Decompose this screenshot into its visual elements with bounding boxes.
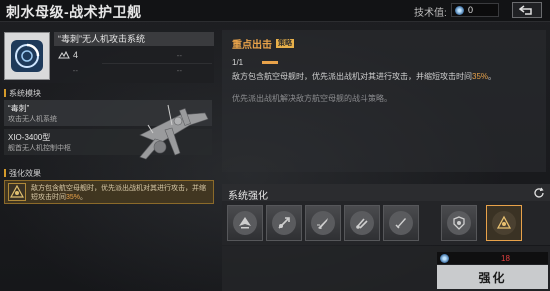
focus-strike-icon xyxy=(8,183,26,201)
effect-pct: 35% xyxy=(66,194,81,201)
strategy-desc-secondary: 优先派出战机解决敌方航空母舰的战斗策略。 xyxy=(232,94,392,103)
effect-text-end: 。 xyxy=(80,194,88,201)
blade-icon xyxy=(389,211,413,235)
modules-section-label: 系统模块 xyxy=(4,88,41,99)
module-name: “毒刺” xyxy=(8,104,30,113)
weapon-slot-2: -- xyxy=(72,66,78,75)
weapon-card[interactable]: “毒刺”无人机攻击系统 4 -- -- -- xyxy=(2,30,214,83)
strategy-desc-end: 。 xyxy=(488,72,497,81)
effect-text-main: 敌方包含航空母舰时，优先派出战机对其进行攻击，并缩短攻击时间 xyxy=(31,185,206,201)
weapon-slot-1: -- xyxy=(176,51,182,60)
focus-strike-icon xyxy=(492,211,516,235)
weapon-level: 4 xyxy=(58,50,78,60)
blade-glyph xyxy=(395,218,406,229)
effect-box: 敌方包含航空母舰时，优先派出战机对其进行攻击，并缩短攻击时间35%。 xyxy=(4,180,214,204)
enhance-slot-4[interactable] xyxy=(344,205,380,241)
enhance-cost: 18 xyxy=(437,252,548,264)
shield-drone-glyph xyxy=(453,216,465,230)
strategy-desc-pct: 35% xyxy=(472,72,489,81)
weapon-name: “毒刺”无人机攻击系统 xyxy=(54,32,214,46)
drone-aircraft-image xyxy=(139,104,209,160)
enhance-slot-5[interactable] xyxy=(383,205,419,241)
tech-value: 0 xyxy=(468,5,474,15)
page-title: 刺水母级-战术护卫舰 xyxy=(6,4,142,20)
divider xyxy=(102,63,212,64)
drone-icon xyxy=(233,211,257,235)
weapon-slot-3: -- xyxy=(176,66,182,75)
strategy-desc-main: 敌方包含航空母舰时，优先派出战机对其进行攻击，并缩短攻击时间 xyxy=(232,72,472,81)
enhance-header: 系统强化 xyxy=(222,184,550,202)
tech-value-box: 0 xyxy=(451,3,499,17)
drone-glyph xyxy=(239,217,251,229)
shield-drone-icon xyxy=(447,211,471,235)
tech-coin-icon xyxy=(455,5,464,15)
weapon-thumbnail xyxy=(4,32,50,80)
enhance-slot-6[interactable] xyxy=(441,205,477,241)
page-indicator: 1/1 xyxy=(232,58,244,67)
enhance-slot-1[interactable] xyxy=(227,205,263,241)
rank-icon xyxy=(58,51,70,59)
refresh-icon xyxy=(534,187,544,198)
missile-glyph xyxy=(317,218,328,229)
strategy-desc: 敌方包含航空母舰时，优先派出战机对其进行攻击，并缩短攻击时间35%。 xyxy=(232,71,542,82)
enhance-slot-7[interactable] xyxy=(486,205,522,241)
tech-value-label: 技术值: xyxy=(414,8,447,19)
enhance-button[interactable]: 强化 xyxy=(437,265,548,289)
module-name: XIO-3400型 xyxy=(8,133,51,142)
enhance-slot-3[interactable] xyxy=(305,205,341,241)
strategy-title: 重点出击 xyxy=(232,40,272,51)
strike-icon xyxy=(350,211,374,235)
tech-coin-icon xyxy=(440,253,449,263)
strategy-info-panel: 重点出击 策略 1/1 敌方包含航空母舰时，优先派出战机对其进行攻击，并缩短攻击… xyxy=(222,30,546,172)
drone-system-icon xyxy=(11,40,43,72)
page-bar xyxy=(262,61,278,64)
refresh-button[interactable] xyxy=(530,184,548,201)
enhance-title: 系统强化 xyxy=(228,191,268,202)
strategy-tag: 策略 xyxy=(276,39,294,48)
strike-glyph xyxy=(356,218,368,229)
attack-glyph xyxy=(278,217,290,229)
module-desc: 舰首无人机控制中枢 xyxy=(8,145,71,152)
top-bar: 刺水母级-战术护卫舰 技术值: 0 xyxy=(0,0,550,22)
effect-section-label: 强化效果 xyxy=(4,168,41,179)
module-desc: 攻击无人机系统 xyxy=(8,116,57,123)
focus-strike-glyph xyxy=(496,215,512,229)
back-arrow-icon xyxy=(519,5,532,15)
strategy-title-row: 重点出击 策略 xyxy=(232,36,294,51)
missile-icon xyxy=(311,211,335,235)
weapon-level-value: 4 xyxy=(73,50,79,60)
cost-have: 18 xyxy=(501,253,510,263)
back-button[interactable] xyxy=(512,2,542,18)
attack-icon xyxy=(272,211,296,235)
effect-text: 敌方包含航空母舰时，优先派出战机对其进行攻击，并缩短攻击时间35%。 xyxy=(31,184,211,202)
enhance-slot-2[interactable] xyxy=(266,205,302,241)
focus-strike-glyph xyxy=(10,185,24,198)
